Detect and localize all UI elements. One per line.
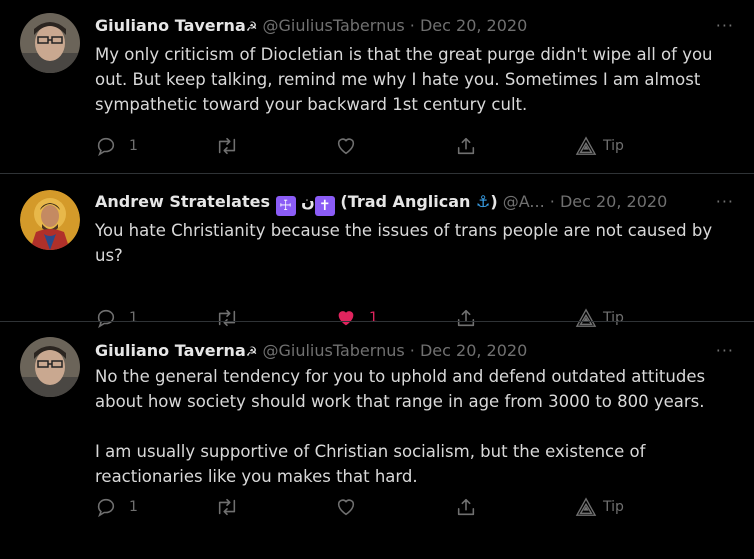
handle[interactable]: @A... (503, 192, 545, 211)
display-name[interactable]: Andrew Stratelates ☩ ن ✝ (Trad Anglican ⚓… (95, 192, 498, 216)
reply-count: 1 (129, 499, 138, 515)
retweet-icon (218, 498, 236, 516)
like-button[interactable] (335, 494, 357, 520)
avatar[interactable] (20, 337, 80, 397)
share-icon (457, 498, 475, 516)
separator: · (409, 341, 415, 360)
tweet-paragraph: I am usually supportive of Christian soc… (95, 442, 646, 486)
retweet-icon (218, 137, 236, 155)
reply-icon (97, 137, 115, 157)
more-options-icon[interactable]: ··· (716, 14, 734, 38)
reply-button[interactable]: 1 (95, 133, 138, 159)
tweet-header: Giuliano Taverna☭ @GiuliusTabernus · Dec… (95, 14, 734, 38)
tip-label: Tip (603, 499, 624, 515)
latin-cross-icon: ✝ (314, 196, 335, 216)
share-button[interactable] (455, 133, 477, 159)
tweet-text: You hate Christianity because the issues… (95, 218, 725, 268)
timestamp[interactable]: Dec 20, 2020 (560, 192, 667, 211)
avatar-photo-icon (20, 337, 80, 397)
tip-label: Tip (603, 138, 624, 154)
anchor-icon: ⚓ (476, 192, 491, 211)
tip-icon (575, 136, 597, 155)
tweet-header: Giuliano Taverna☭ @GiuliusTabernus · Dec… (95, 339, 734, 363)
handle[interactable]: @GiuliusTabernus (262, 16, 404, 35)
timestamp[interactable]: Dec 20, 2020 (420, 16, 527, 35)
heart-icon (337, 499, 355, 516)
orthodox-cross-icon: ☩ (275, 196, 296, 216)
reply-icon (97, 498, 115, 518)
hammer-sickle-icon: ☭ (245, 345, 258, 360)
tweet-paragraph: No the general tendency for you to uphol… (95, 367, 706, 411)
tweet-paragraph: You hate Christianity because the issues… (95, 221, 713, 265)
tip-button[interactable]: Tip (575, 133, 624, 159)
tweet-text: No the general tendency for you to uphol… (95, 364, 725, 489)
separator: · (409, 16, 415, 35)
tweet[interactable]: Giuliano Taverna☭ @GiuliusTabernus · Dec… (0, 322, 754, 559)
avatar[interactable] (20, 190, 80, 250)
action-bar: 1 Tip (95, 494, 655, 520)
reply-count: 1 (129, 138, 138, 154)
display-name[interactable]: Giuliano Taverna☭ (95, 16, 257, 35)
reply-button[interactable]: 1 (95, 494, 138, 520)
tweet[interactable]: Andrew Stratelates ☩ ن ✝ (Trad Anglican ⚓… (0, 174, 754, 329)
timestamp[interactable]: Dec 20, 2020 (420, 341, 527, 360)
share-icon (457, 137, 475, 155)
more-options-icon[interactable]: ··· (716, 190, 734, 214)
separator: · (549, 192, 555, 211)
retweet-button[interactable] (215, 133, 239, 159)
tip-button[interactable]: Tip (575, 494, 624, 520)
more-options-icon[interactable]: ··· (716, 339, 734, 363)
like-button[interactable] (335, 133, 357, 159)
avatar[interactable] (20, 13, 80, 73)
action-bar: 1 Tip (95, 133, 655, 159)
tweet-header: Andrew Stratelates ☩ ن ✝ (Trad Anglican ⚓… (95, 190, 734, 216)
tweet-paragraph: My only criticism of Diocletian is that … (95, 45, 713, 114)
heart-icon (337, 138, 355, 155)
nun-glyph: ن (301, 192, 315, 211)
tip-icon (575, 497, 597, 516)
tweet-text: My only criticism of Diocletian is that … (95, 42, 725, 117)
avatar-icon-image (20, 190, 80, 250)
display-name[interactable]: Giuliano Taverna☭ (95, 341, 257, 360)
tweet[interactable]: Giuliano Taverna☭ @GiuliusTabernus · Dec… (0, 0, 754, 174)
share-button[interactable] (455, 494, 477, 520)
avatar-photo-icon (20, 13, 80, 73)
retweet-button[interactable] (215, 494, 239, 520)
hammer-sickle-icon: ☭ (245, 20, 258, 35)
handle[interactable]: @GiuliusTabernus (262, 341, 404, 360)
